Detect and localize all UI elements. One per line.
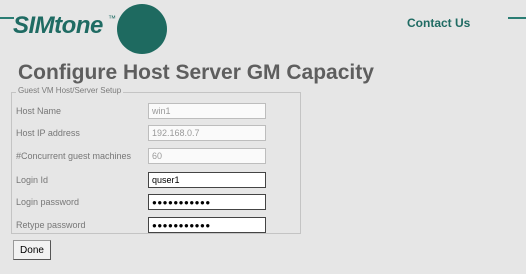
logo-rule-left [0, 17, 14, 19]
done-button[interactable]: Done [13, 240, 51, 260]
host-name-label: Host Name [16, 106, 62, 116]
contact-us-link[interactable]: Contact Us [407, 16, 470, 30]
retype-password-label: Retype password [16, 220, 86, 230]
concurrent-guests-field[interactable]: 60 [148, 148, 266, 164]
logo-trademark: ™ [108, 14, 116, 23]
host-ip-field[interactable]: 192.168.0.7 [148, 125, 266, 141]
logo-text: SIMtone [13, 12, 103, 39]
page-title: Configure Host Server GM Capacity [18, 61, 374, 84]
logo-circle-icon [117, 4, 167, 54]
login-id-field[interactable]: quser1 [148, 172, 266, 188]
concurrent-guests-label: #Concurrent guest machines [16, 151, 132, 161]
login-id-label: Login Id [16, 175, 49, 185]
host-name-field[interactable]: win1 [148, 103, 266, 119]
logo-rule-right [508, 17, 526, 19]
fieldset-legend: Guest VM Host/Server Setup [16, 86, 124, 95]
header: SIMtone ™ Contact Us [0, 0, 526, 60]
retype-password-field[interactable]: ●●●●●●●●●●● [148, 217, 266, 233]
login-password-label: Login password [16, 197, 80, 207]
login-password-field[interactable]: ●●●●●●●●●●● [148, 194, 266, 210]
host-ip-label: Host IP address [16, 128, 80, 138]
